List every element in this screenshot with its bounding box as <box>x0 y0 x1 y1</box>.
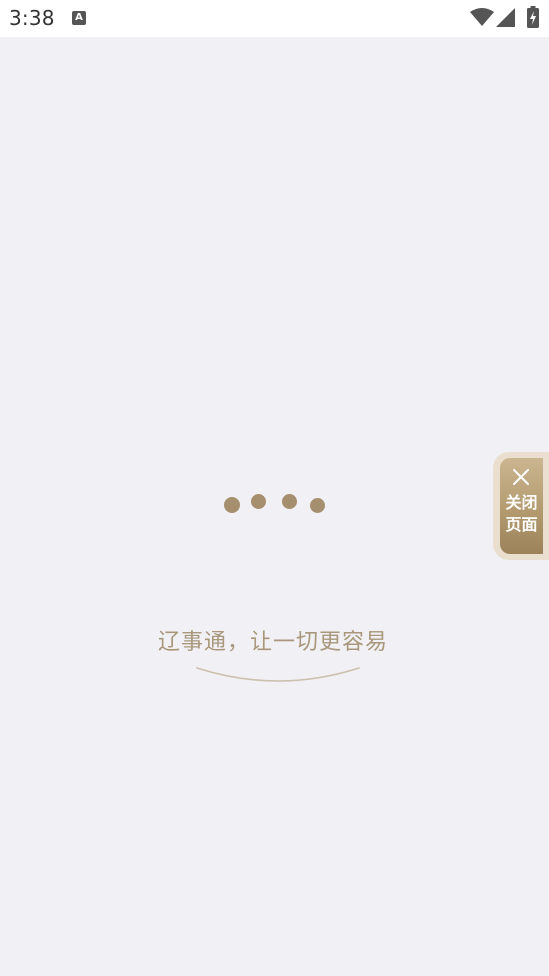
close-page-label: 关闭 页面 <box>500 492 543 536</box>
wifi-icon <box>470 8 494 26</box>
loading-dot <box>282 494 297 509</box>
close-page-label-line2: 页面 <box>505 515 538 534</box>
status-bar: 3:38 A <box>0 0 549 37</box>
slogan-underline-arc <box>196 667 360 682</box>
loading-dot <box>251 494 266 509</box>
signal-icon <box>496 8 515 27</box>
slogan-text: 辽事通，让一切更容易 <box>157 630 388 655</box>
status-time: 3:38 <box>9 6 55 30</box>
notification-icon: A <box>72 11 86 25</box>
close-page-button[interactable]: 关闭 页面 <box>493 452 549 560</box>
close-icon <box>513 469 529 485</box>
loading-dot <box>224 497 240 513</box>
close-page-button-body[interactable]: 关闭 页面 <box>500 458 543 554</box>
close-page-label-line1: 关闭 <box>505 493 538 512</box>
loading-dot <box>310 498 325 513</box>
notification-icon-letter: A <box>75 12 83 23</box>
battery-charging-icon <box>527 6 539 28</box>
